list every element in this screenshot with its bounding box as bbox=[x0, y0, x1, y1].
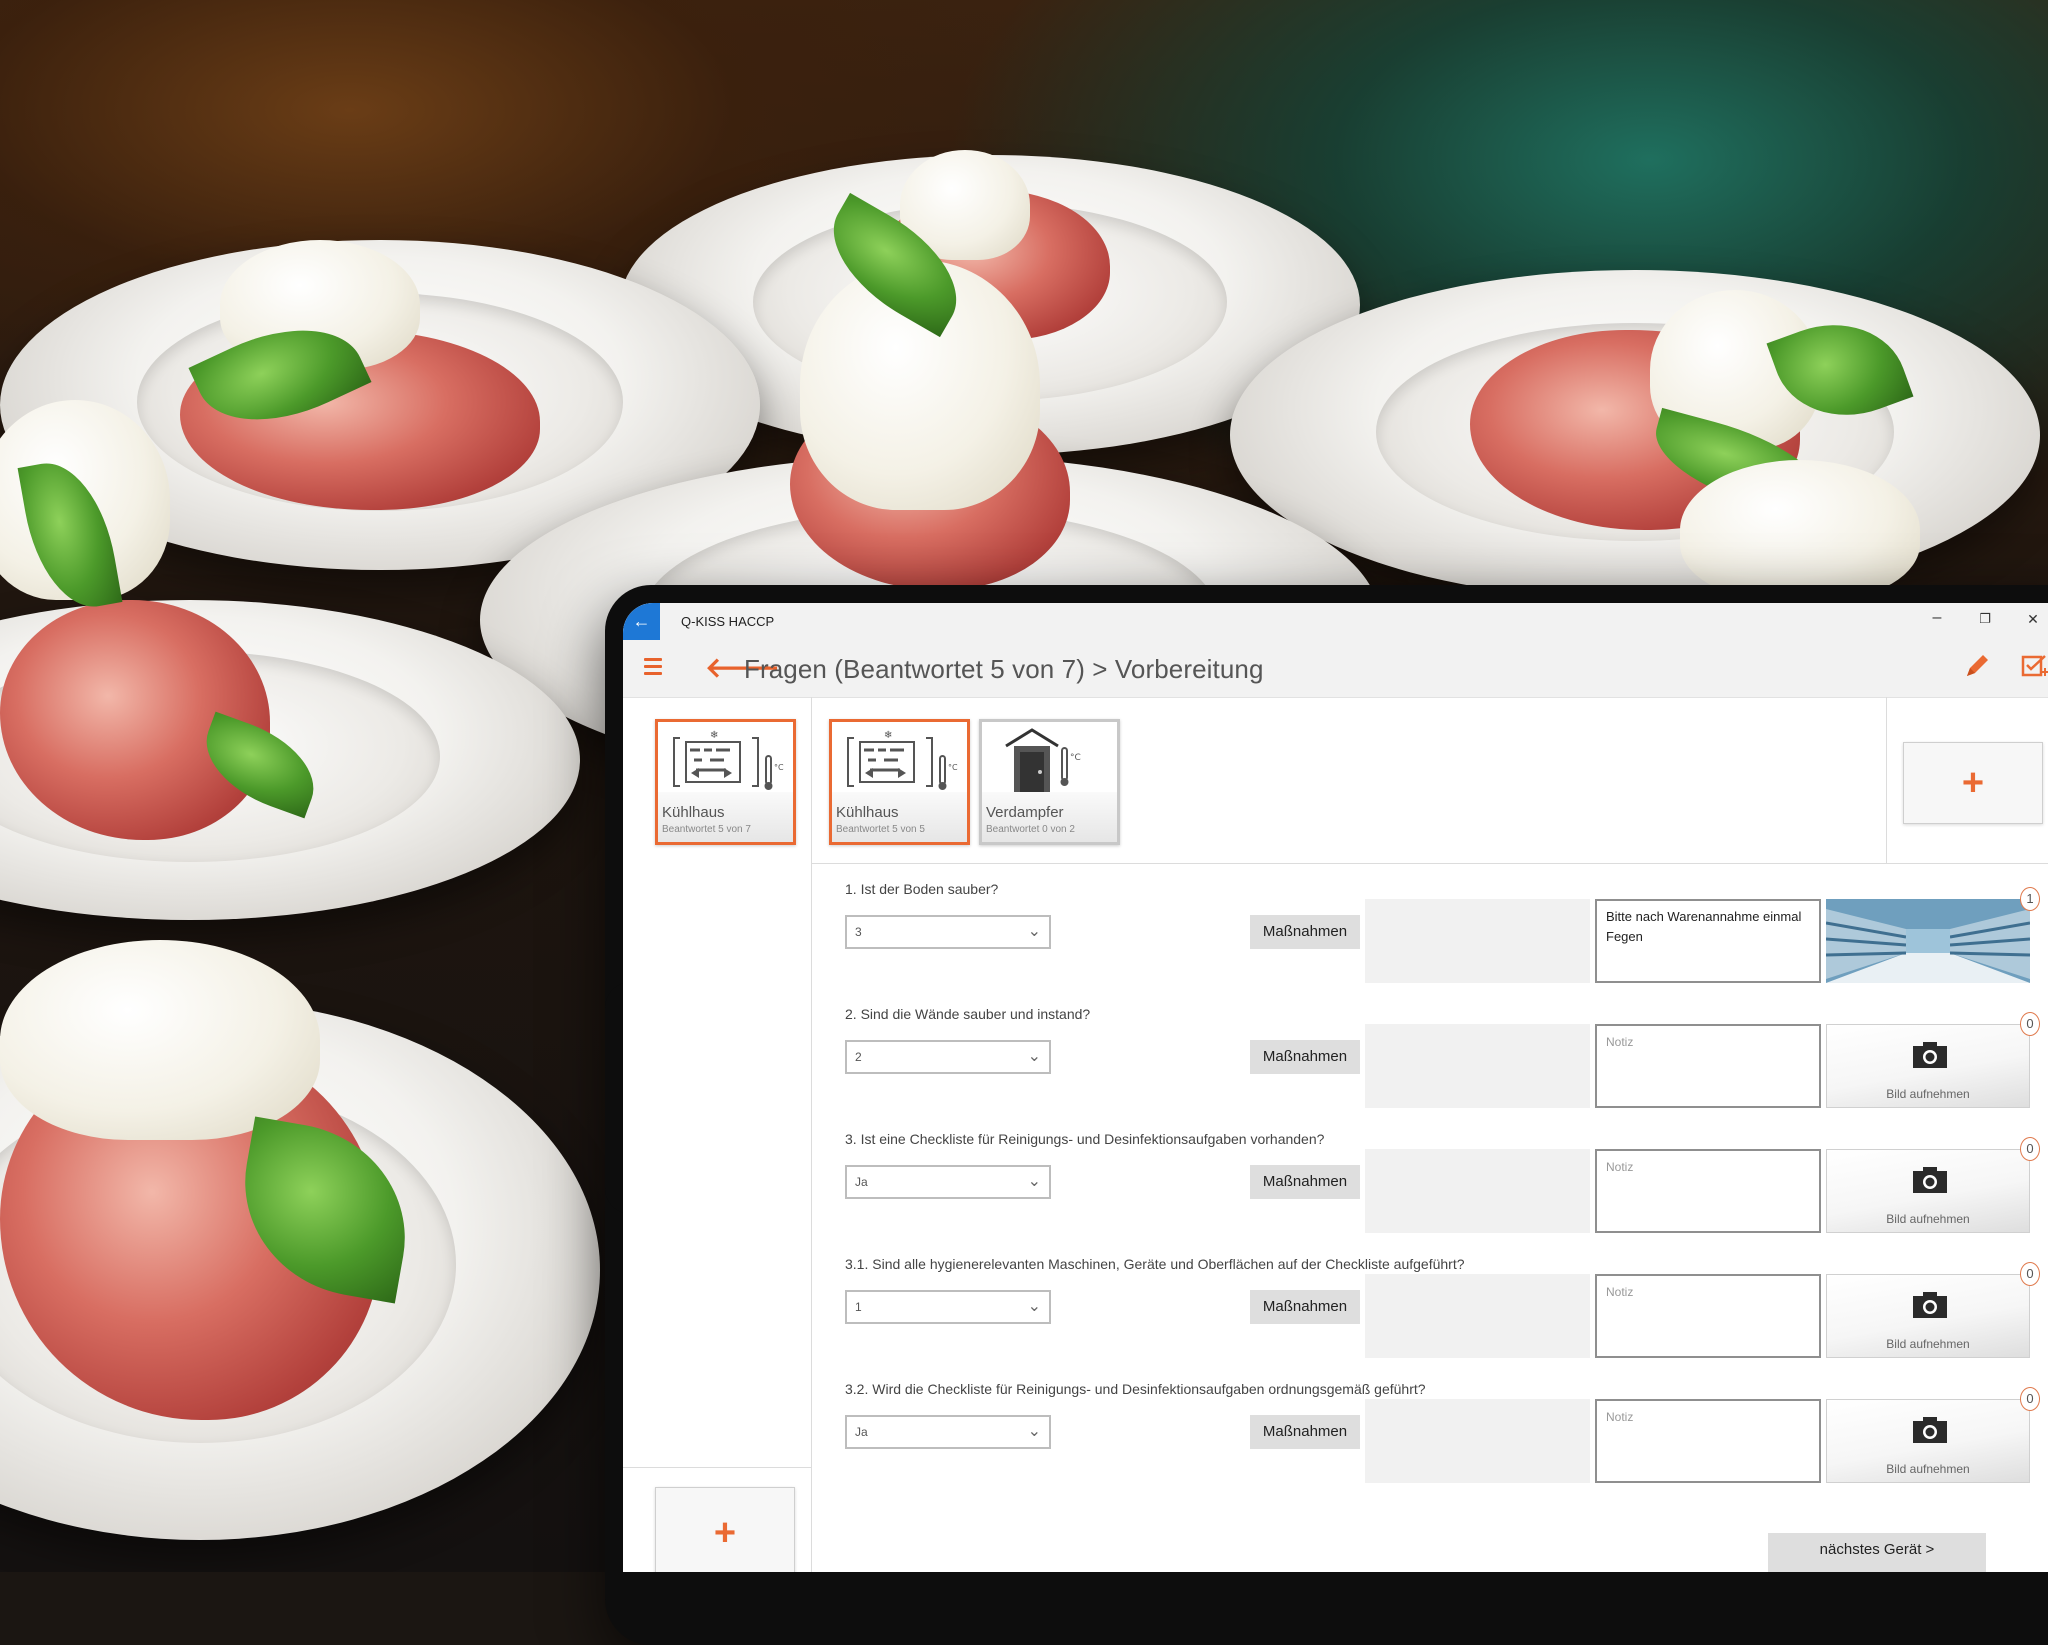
svg-text:°C: °C bbox=[1070, 753, 1081, 763]
answer-select[interactable]: 1 ⌄ bbox=[845, 1290, 1051, 1324]
plus-icon: + bbox=[713, 1512, 737, 1554]
category-tile-kuehlhaus[interactable]: ❄ °C Kühlhaus Beantwortet 5 von 7 bbox=[655, 719, 796, 845]
window-back-button[interactable]: ← bbox=[623, 603, 660, 640]
next-device-button[interactable]: nächstes Gerät > bbox=[1768, 1533, 1986, 1572]
hamburger-menu-icon[interactable] bbox=[639, 652, 669, 682]
note-field[interactable]: Notiz bbox=[1595, 1399, 1821, 1483]
answer-select[interactable]: 3 ⌄ bbox=[845, 915, 1051, 949]
question-label: 2. Sind die Wände sauber und instand? bbox=[845, 1006, 1091, 1022]
chevron-down-icon: ⌄ bbox=[1027, 1173, 1041, 1190]
checklist-icon[interactable] bbox=[2021, 654, 2048, 680]
window-title: Q-KISS HACCP bbox=[681, 614, 775, 629]
tile-subtitle: Beantwortet 5 von 5 bbox=[836, 824, 925, 835]
device-tile-verdampfer[interactable]: °C Verdampfer Beantwortet 0 von 2 bbox=[979, 719, 1120, 845]
note-field[interactable]: Notiz bbox=[1595, 1024, 1821, 1108]
measures-field bbox=[1365, 1149, 1590, 1233]
note-field[interactable]: Notiz bbox=[1595, 1149, 1821, 1233]
left-panel-divider bbox=[623, 1467, 811, 1468]
answer-select[interactable]: 2 ⌄ bbox=[845, 1040, 1051, 1074]
tile-name: Kühlhaus bbox=[662, 804, 725, 821]
photo-count-badge: 1 bbox=[2020, 887, 2040, 911]
question-label: 3.2. Wird die Checkliste für Reinigungs-… bbox=[845, 1381, 1426, 1397]
photo-count-badge: 0 bbox=[2020, 1262, 2040, 1286]
measures-field bbox=[1365, 1399, 1590, 1483]
camera-icon bbox=[1913, 1167, 1947, 1193]
measures-field bbox=[1365, 1274, 1590, 1358]
answer-value: 1 bbox=[855, 1300, 862, 1314]
onion-slice bbox=[1680, 460, 1920, 600]
take-photo-button[interactable]: Bild aufnehmen bbox=[1826, 1024, 2030, 1108]
cold-storage-photo bbox=[1825, 899, 2031, 983]
measures-field bbox=[1365, 1024, 1590, 1108]
answer-select[interactable]: Ja ⌄ bbox=[845, 1415, 1051, 1449]
command-bar: 🡐 Fragen (Beantwortet 5 von 7) > Vorbere… bbox=[623, 640, 2048, 698]
measures-field bbox=[1365, 899, 1590, 983]
answer-value: Ja bbox=[855, 1175, 868, 1189]
question-row: 3.1. Sind alle hygienerelevanten Maschin… bbox=[845, 1256, 2045, 1376]
cold-room-icon: ❄ °C bbox=[847, 730, 958, 790]
svg-text:°C: °C bbox=[948, 763, 958, 772]
photo-thumbnail[interactable] bbox=[1825, 899, 2031, 983]
content-divider bbox=[811, 863, 2048, 864]
answer-value: Ja bbox=[855, 1425, 868, 1439]
tile-name: Kühlhaus bbox=[836, 804, 899, 821]
question-row: 3. Ist eine Checkliste für Reinigungs- u… bbox=[845, 1131, 2045, 1251]
cold-room-icon: ❄ °C bbox=[673, 730, 784, 790]
tile-subtitle: Beantwortet 5 von 7 bbox=[662, 824, 751, 835]
question-row: 1. Ist der Boden sauber? 3 ⌄ Maßnahmen B… bbox=[845, 881, 2045, 1001]
close-button[interactable]: ✕ bbox=[2021, 611, 2045, 628]
plus-icon: + bbox=[1961, 762, 1985, 804]
svg-text:❄: ❄ bbox=[884, 730, 892, 741]
chevron-down-icon: ⌄ bbox=[1027, 923, 1041, 940]
window-titlebar: ← Q-KISS HACCP – ❐ ✕ bbox=[623, 603, 2048, 640]
question-row: 3.2. Wird die Checkliste für Reinigungs-… bbox=[845, 1381, 2045, 1501]
question-label: 3.1. Sind alle hygienerelevanten Maschin… bbox=[845, 1256, 1465, 1272]
photo-count-badge: 0 bbox=[2020, 1012, 2040, 1036]
restore-button[interactable]: ❐ bbox=[1973, 611, 1997, 627]
minimize-button[interactable]: – bbox=[1925, 609, 1949, 627]
device-tile-kuehlhaus[interactable]: ❄ °C Kühlhaus Beantwortet 5 von 5 bbox=[829, 719, 970, 845]
chevron-down-icon: ⌄ bbox=[1027, 1048, 1041, 1065]
question-row: 2. Sind die Wände sauber und instand? 2 … bbox=[845, 1006, 2045, 1126]
onion-slice bbox=[0, 940, 320, 1140]
take-photo-button[interactable]: Bild aufnehmen bbox=[1826, 1274, 2030, 1358]
massnahmen-button[interactable]: Maßnahmen bbox=[1250, 1165, 1360, 1199]
take-photo-button[interactable]: Bild aufnehmen bbox=[1826, 1399, 2030, 1483]
camera-icon bbox=[1913, 1417, 1947, 1443]
tile-subtitle: Beantwortet 0 von 2 bbox=[986, 824, 1075, 835]
photo-caption: Bild aufnehmen bbox=[1886, 1212, 1970, 1226]
note-field[interactable]: Bitte nach Warenannahme einmal Fegen bbox=[1595, 899, 1821, 983]
chevron-down-icon: ⌄ bbox=[1027, 1423, 1041, 1440]
question-label: 3. Ist eine Checkliste für Reinigungs- u… bbox=[845, 1131, 1325, 1147]
tile-name: Verdampfer bbox=[986, 804, 1064, 821]
add-device-button[interactable]: + bbox=[1903, 742, 2043, 824]
evaporator-icon: °C bbox=[1005, 728, 1081, 792]
svg-text:❄: ❄ bbox=[710, 730, 718, 741]
add-category-button[interactable]: + bbox=[655, 1487, 795, 1572]
photo-count-badge: 0 bbox=[2020, 1137, 2040, 1161]
massnahmen-button[interactable]: Maßnahmen bbox=[1250, 1290, 1360, 1324]
photo-caption: Bild aufnehmen bbox=[1886, 1337, 1970, 1351]
camera-icon bbox=[1913, 1042, 1947, 1068]
answer-value: 3 bbox=[855, 925, 862, 939]
pencil-icon[interactable] bbox=[1961, 650, 1993, 682]
note-field[interactable]: Notiz bbox=[1595, 1274, 1821, 1358]
breadcrumb: Fragen (Beantwortet 5 von 7) > Vorbereit… bbox=[744, 654, 1264, 684]
question-label: 1. Ist der Boden sauber? bbox=[845, 881, 999, 897]
left-panel: ❄ °C Kühlhaus Beantwortet 5 von 7 + bbox=[623, 697, 812, 1572]
photo-caption: Bild aufnehmen bbox=[1886, 1087, 1970, 1101]
camera-icon bbox=[1913, 1292, 1947, 1318]
photo-count-badge: 0 bbox=[2020, 1387, 2040, 1411]
chevron-down-icon: ⌄ bbox=[1027, 1298, 1041, 1315]
massnahmen-button[interactable]: Maßnahmen bbox=[1250, 915, 1360, 949]
photo-caption: Bild aufnehmen bbox=[1886, 1462, 1970, 1476]
massnahmen-button[interactable]: Maßnahmen bbox=[1250, 1415, 1360, 1449]
app-screen: ← Q-KISS HACCP – ❐ ✕ 🡐 Fragen (Beantwort… bbox=[623, 603, 2048, 1572]
take-photo-button[interactable]: Bild aufnehmen bbox=[1826, 1149, 2030, 1233]
massnahmen-button[interactable]: Maßnahmen bbox=[1250, 1040, 1360, 1074]
answer-select[interactable]: Ja ⌄ bbox=[845, 1165, 1051, 1199]
answer-value: 2 bbox=[855, 1050, 862, 1064]
right-divider bbox=[1886, 697, 1887, 863]
svg-text:°C: °C bbox=[774, 763, 784, 772]
